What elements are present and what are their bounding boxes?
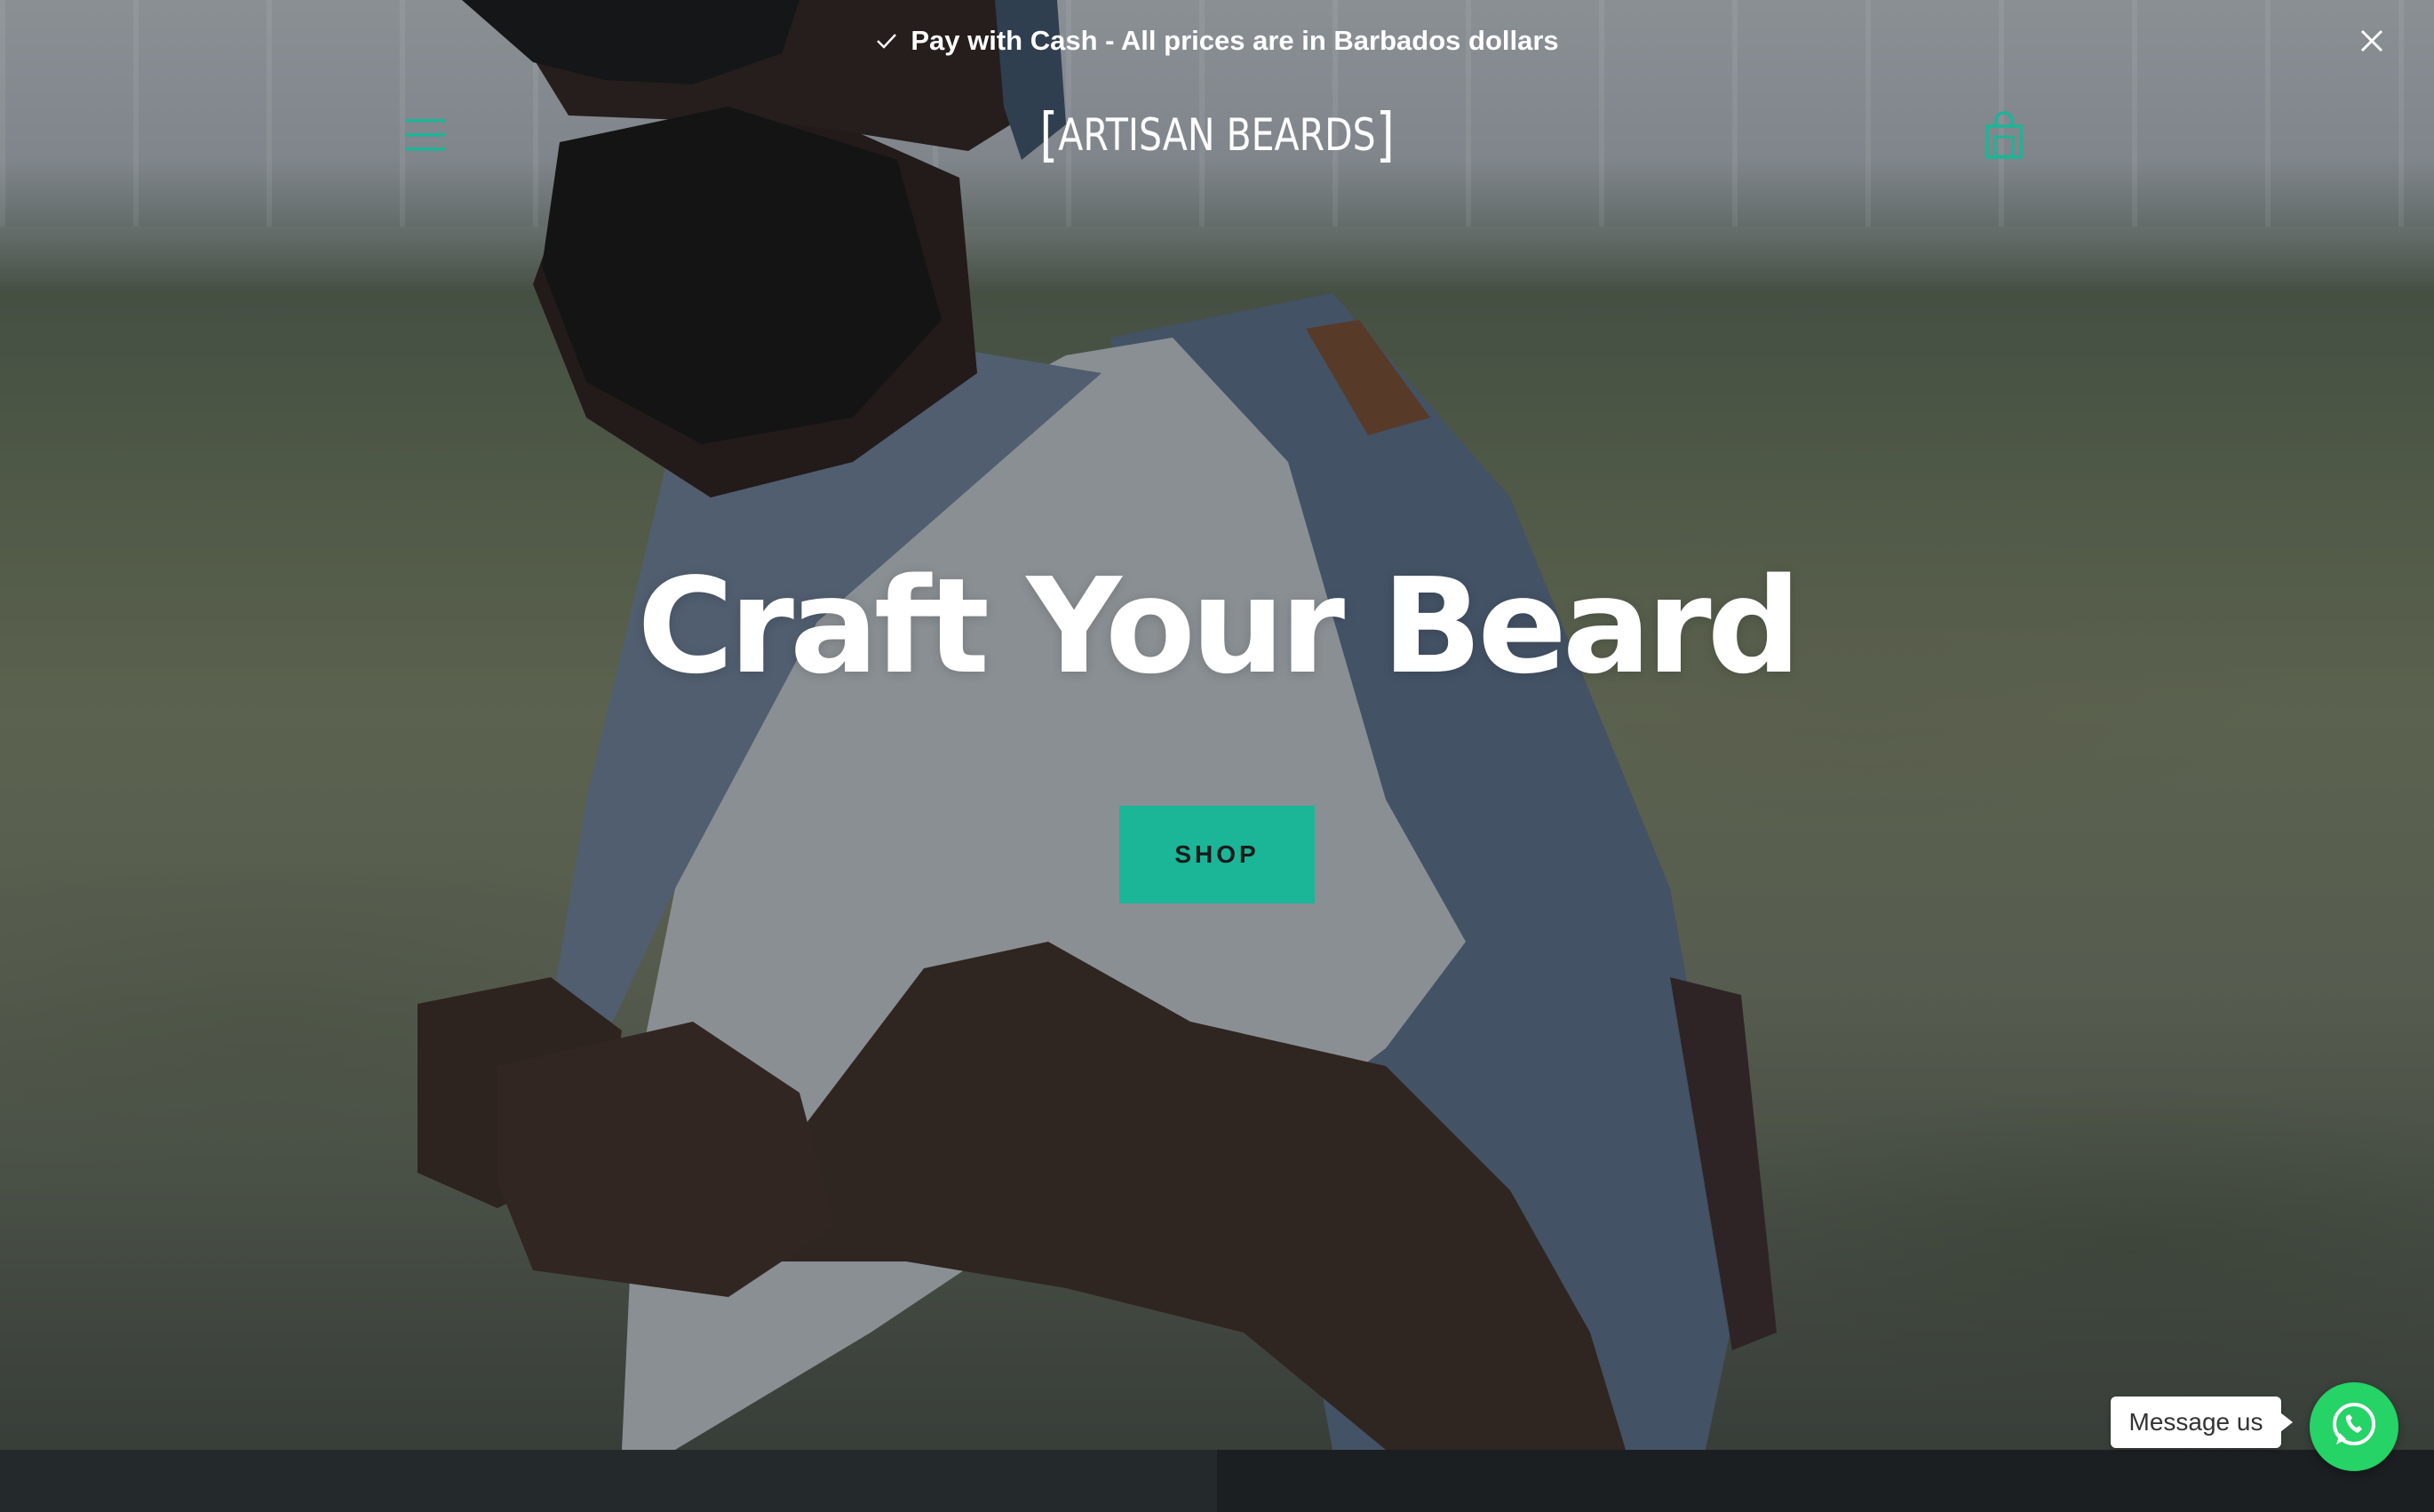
whatsapp-button[interactable]: [2310, 1382, 2398, 1471]
footer-strip: [0, 1450, 2434, 1512]
logo-bracket-right: ]: [1375, 100, 1395, 169]
logo-text: ARTISAN BEARDS: [1058, 109, 1376, 161]
message-us-bubble[interactable]: Message us: [2111, 1397, 2293, 1448]
hero-image: [0, 0, 2434, 1450]
hamburger-menu-icon[interactable]: [403, 115, 448, 155]
announcement-text: Pay with Cash - All prices are in Barbad…: [911, 25, 1559, 56]
message-us-label: Message us: [2128, 1408, 2263, 1436]
hero-headline: Craft Your Beard: [637, 550, 1801, 703]
page: Pay with Cash - All prices are in Barbad…: [0, 0, 2434, 1512]
whatsapp-icon: [2328, 1399, 2380, 1455]
shop-button[interactable]: SHOP: [1119, 806, 1315, 903]
check-icon: [875, 29, 898, 52]
announcement-bar: Pay with Cash - All prices are in Barbad…: [0, 0, 2434, 82]
close-icon[interactable]: [2356, 25, 2388, 57]
shopping-bag-icon[interactable]: [1985, 110, 2024, 160]
logo-bracket-left: [: [1039, 100, 1059, 169]
site-logo[interactable]: [ ARTISAN BEARDS ]: [1039, 102, 1395, 168]
footer-strip-right: [1217, 1450, 2434, 1512]
footer-strip-left: [0, 1450, 1217, 1512]
hero-dark-overlay: [0, 0, 2434, 1450]
